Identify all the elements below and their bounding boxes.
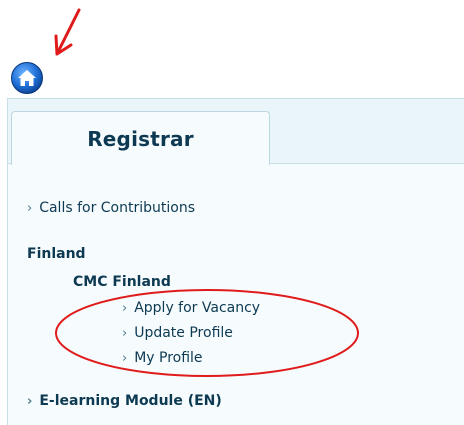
page-root: Registrar › Calls for Contributions Finla… [0,0,464,425]
menu-item-update-label: Update Profile [134,325,233,341]
home-button[interactable] [10,61,44,95]
tab-registrar-label: Registrar [87,126,194,151]
menu-item-elearning-label: E-learning Module (EN) [39,393,222,409]
menu-item-my-profile[interactable]: › My Profile [122,350,203,366]
menu-item-apply-label: Apply for Vacancy [134,300,261,316]
menu-item-update-profile[interactable]: › Update Profile [122,325,233,341]
chevron-right-icon: › [27,394,33,409]
chevron-right-icon: › [27,201,33,216]
menu-item-calls-for-contributions[interactable]: › Calls for Contributions [27,200,195,216]
organization-heading: CMC Finland [73,274,171,290]
menu-item-my-profile-label: My Profile [134,350,203,366]
tab-registrar[interactable]: Registrar [11,111,270,165]
menu-item-calls-label: Calls for Contributions [39,200,196,216]
chevron-right-icon: › [122,326,128,341]
menu-item-apply-for-vacancy[interactable]: › Apply for Vacancy [122,300,260,316]
menu-item-elearning-module[interactable]: › E-learning Module (EN) [27,393,222,409]
chevron-right-icon: › [122,301,128,316]
chevron-right-icon: › [122,351,128,366]
home-icon [11,62,43,94]
country-heading: Finland [27,246,86,262]
